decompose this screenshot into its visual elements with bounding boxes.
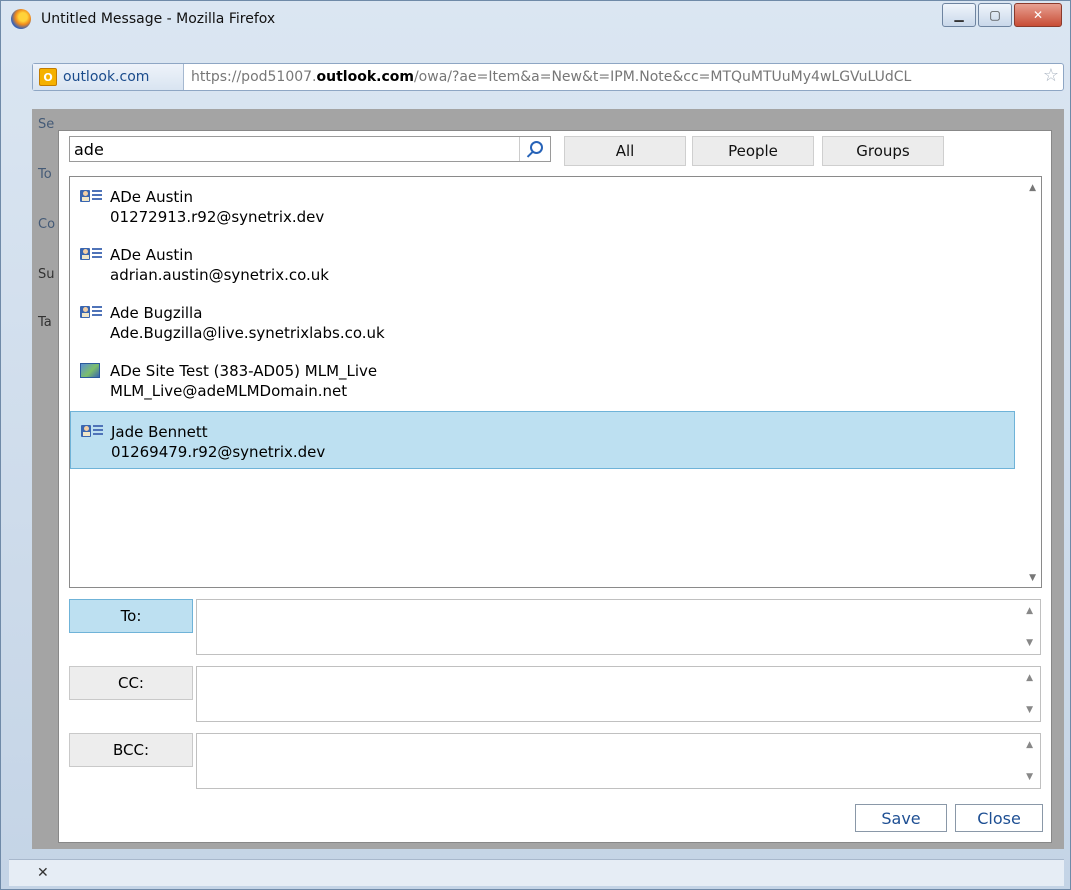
contact-card-icon [81, 425, 103, 438]
scroll-down-icon[interactable]: ▼ [1026, 638, 1033, 648]
list-item[interactable]: ADe Austin adrian.austin@synetrix.co.uk [70, 235, 1041, 293]
search-input[interactable] [70, 137, 522, 161]
site-identity[interactable]: O outlook.com [33, 64, 184, 90]
scroll-down-icon[interactable]: ▼ [1026, 705, 1033, 715]
window-controls: ▁ ▢ ✕ [940, 3, 1062, 27]
filter-all-button[interactable]: All [564, 136, 686, 166]
address-book-dialog: All People Groups ADe Austin 01272913.r9… [58, 130, 1052, 843]
results-list: ADe Austin 01272913.r92@synetrix.dev ADe… [69, 176, 1042, 588]
save-button[interactable]: Save [855, 804, 947, 832]
url-prefix: https://pod51007. [191, 69, 317, 85]
list-item-selected[interactable]: Jade Bennett 01269479.r92@synetrix.dev [70, 411, 1015, 469]
result-email: Ade.Bugzilla@live.synetrixlabs.co.uk [110, 324, 385, 342]
bcc-field[interactable]: ▲ ▼ [196, 733, 1041, 789]
maximize-icon[interactable]: ▢ [978, 3, 1012, 27]
filter-groups-button[interactable]: Groups [822, 136, 944, 166]
url-text[interactable]: https://pod51007.outlook.com/owa/?ae=Ite… [191, 69, 911, 85]
close-window-icon[interactable]: ✕ [1014, 3, 1062, 27]
list-item[interactable]: Ade Bugzilla Ade.Bugzilla@live.synetrixl… [70, 293, 1041, 351]
site-label: outlook.com [63, 69, 150, 85]
status-bar: ✕ [9, 859, 1064, 886]
close-button[interactable]: Close [955, 804, 1043, 832]
result-email: MLM_Live@adeMLMDomain.net [110, 382, 348, 400]
result-name: ADe Austin [110, 246, 193, 264]
result-name: ADe Austin [110, 188, 193, 206]
cc-button[interactable]: CC: [69, 666, 193, 700]
scroll-up-icon[interactable]: ▲ [1029, 183, 1036, 193]
group-icon [80, 363, 100, 378]
url-rest: /owa/?ae=Item&a=New&t=IPM.Note&cc=MTQuMT… [413, 69, 912, 85]
result-email: 01269479.r92@synetrix.dev [111, 443, 326, 461]
status-close-icon[interactable]: ✕ [37, 865, 49, 881]
scroll-up-icon[interactable]: ▲ [1026, 740, 1033, 750]
result-email: 01272913.r92@synetrix.dev [110, 208, 325, 226]
result-email: adrian.austin@synetrix.co.uk [110, 266, 329, 284]
bcc-button[interactable]: BCC: [69, 733, 193, 767]
title-bar: Untitled Message - Mozilla Firefox ▁ ▢ ✕ [1, 1, 1070, 37]
list-item[interactable]: ADe Austin 01272913.r92@synetrix.dev [70, 177, 1041, 235]
search-box [69, 136, 551, 162]
outlook-site-icon: O [39, 68, 57, 86]
cc-field[interactable]: ▲ ▼ [196, 666, 1041, 722]
contact-card-icon [80, 306, 102, 319]
to-button[interactable]: To: [69, 599, 193, 633]
contact-card-icon [80, 190, 102, 203]
scroll-up-icon[interactable]: ▲ [1026, 606, 1033, 616]
bookmark-star-icon[interactable]: ☆ [1043, 67, 1059, 85]
result-name: ADe Site Test (383-AD05) MLM_Live [110, 362, 378, 380]
scroll-up-icon[interactable]: ▲ [1026, 673, 1033, 683]
scroll-down-icon[interactable]: ▼ [1026, 772, 1033, 782]
minimize-icon[interactable]: ▁ [942, 3, 976, 27]
result-name: Jade Bennett [111, 423, 208, 441]
contact-card-icon [80, 248, 102, 261]
url-domain: outlook.com [316, 69, 414, 85]
result-name: Ade Bugzilla [110, 304, 203, 322]
address-bar[interactable]: O outlook.com https://pod51007.outlook.c… [32, 63, 1064, 91]
scroll-down-icon[interactable]: ▼ [1029, 573, 1036, 583]
list-item[interactable]: ADe Site Test (383-AD05) MLM_Live MLM_Li… [70, 351, 1041, 409]
search-button[interactable] [519, 137, 550, 161]
firefox-icon [11, 9, 31, 29]
window-title: Untitled Message - Mozilla Firefox [41, 11, 276, 27]
filter-people-button[interactable]: People [692, 136, 814, 166]
results-scrollbar[interactable]: ▲ ▼ [1019, 177, 1041, 587]
to-field[interactable]: ▲ ▼ [196, 599, 1041, 655]
search-icon [529, 140, 543, 154]
